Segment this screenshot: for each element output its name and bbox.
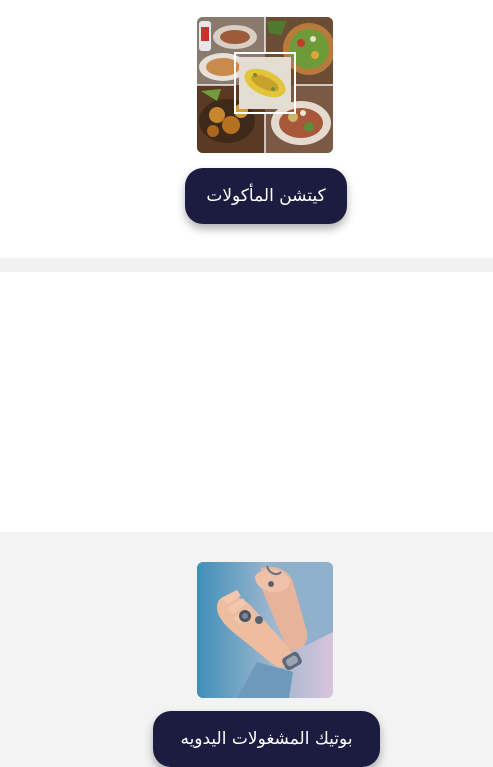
- category-card-food[interactable]: كيتشن المأكولات: [0, 0, 493, 258]
- category-button-food-label: كيتشن المأكولات: [206, 186, 326, 206]
- category-card-handmade[interactable]: بوتيك المشغولات اليدويه: [0, 272, 493, 767]
- category-button-handmade-label: بوتيك المشغولات اليدويه: [180, 729, 353, 749]
- section-divider: [0, 258, 493, 272]
- category-button-food[interactable]: كيتشن المأكولات: [185, 168, 347, 224]
- handmade-jewelry-image[interactable]: [197, 562, 333, 698]
- category-button-handmade[interactable]: بوتيك المشغولات اليدويه: [153, 711, 380, 767]
- food-collage-image[interactable]: [197, 17, 333, 153]
